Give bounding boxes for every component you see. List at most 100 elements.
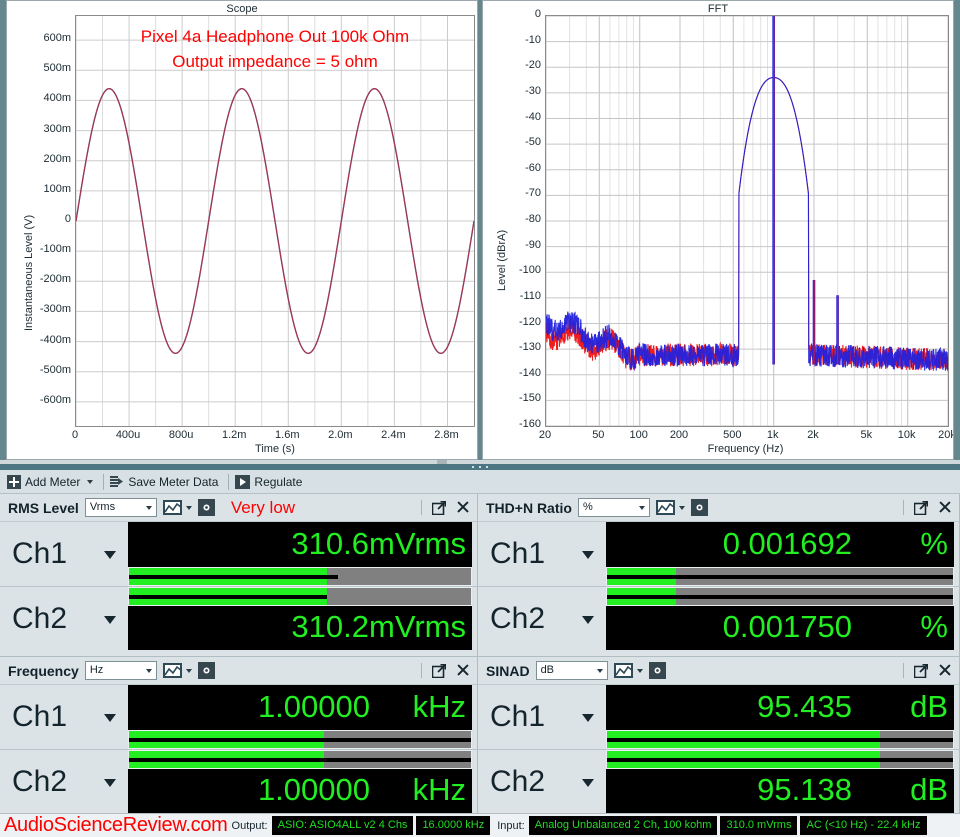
meter-header-actions [421, 500, 471, 515]
panel-splitter[interactable] [0, 460, 960, 470]
chevron-down-icon[interactable] [104, 615, 116, 624]
channel-selector-ch2[interactable]: Ch2 [478, 750, 606, 813]
channel-selector-ch1[interactable]: Ch1 [478, 522, 606, 586]
popout-icon[interactable] [431, 663, 447, 678]
close-icon[interactable] [456, 501, 469, 514]
input-bandwidth-badge[interactable]: AC (<10 Hz) - 22.4 kHz [800, 816, 927, 835]
chevron-down-icon[interactable] [104, 714, 116, 722]
input-range-badge[interactable]: 310.0 mVrms [720, 816, 798, 835]
gear-icon[interactable] [197, 499, 215, 516]
meter-panel-thdn-ratio: THD+N Ratio% Ch1 0.001692% Ch2 0.001750% [478, 494, 960, 657]
scope-panel[interactable]: Scope Instantaneous Level (V) Time (s) P… [6, 0, 478, 460]
meter-panel-frequency: Frequency Hz Ch1 1.00000 kHz Ch2 1.00000 kHz [0, 657, 478, 814]
add-meter-button[interactable]: Add Meter [5, 471, 99, 493]
close-icon[interactable] [938, 501, 951, 514]
gear-icon[interactable] [690, 499, 708, 516]
meter-readout: 0.001750% [606, 587, 959, 650]
channel-label: Ch1 [490, 537, 546, 570]
popout-icon[interactable] [913, 500, 929, 515]
close-icon[interactable] [456, 664, 469, 677]
close-icon[interactable] [938, 664, 951, 677]
divider [903, 500, 904, 515]
output-device-badge[interactable]: ASIO: ASIO4ALL v2 4 Chs [271, 816, 414, 835]
meter-row: Ch1 0.001692% [478, 522, 959, 586]
popout-icon[interactable] [913, 663, 929, 678]
fft-y-tick: 0 [534, 8, 541, 20]
scope-x-axis-label: Time (s) [255, 443, 295, 455]
fft-x-axis-label: Frequency (Hz) [707, 443, 784, 455]
meter-value: 95.138 [757, 771, 852, 807]
channel-selector-ch2[interactable]: Ch2 [0, 587, 128, 650]
chevron-down-icon[interactable] [638, 506, 645, 510]
channel-selector-ch1[interactable]: Ch1 [478, 685, 606, 749]
plus-icon [7, 474, 21, 489]
fft-title: FFT [707, 3, 729, 15]
chevron-down-icon[interactable] [582, 714, 594, 722]
chevron-down-icon[interactable] [104, 778, 116, 787]
scope-x-tick: 2.4m [381, 429, 406, 441]
meter-bar [128, 587, 472, 606]
scope-y-tick: 100m [43, 182, 71, 195]
chevron-down-icon[interactable] [678, 505, 685, 510]
chart-icon[interactable] [655, 500, 675, 515]
meter-value: 0.001750 [722, 608, 852, 644]
channel-label: Ch1 [12, 537, 68, 570]
output-label: Output: [231, 819, 268, 832]
regulate-button[interactable]: Regulate [233, 471, 308, 493]
meter-bar [606, 750, 954, 769]
chevron-down-icon[interactable] [582, 551, 594, 559]
scope-x-tick: 1.6m [275, 429, 300, 441]
chevron-down-icon[interactable] [104, 551, 116, 559]
chevron-down-icon[interactable] [185, 668, 192, 673]
meter-row: Ch1 95.435 dB [478, 685, 959, 749]
channel-selector-ch2[interactable]: Ch2 [478, 587, 606, 650]
channel-label: Ch1 [12, 700, 68, 733]
meter-readout: 95.138 dB [606, 750, 959, 813]
fft-panel[interactable]: FFT Level (dBrA) Frequency (Hz) 0 -10 -20-… [482, 0, 954, 460]
chevron-down-icon[interactable] [582, 778, 594, 787]
chart-icon[interactable] [613, 663, 633, 678]
chart-icon[interactable] [162, 500, 182, 515]
scope-title: Scope [226, 3, 258, 15]
fft-x-tick: 10k [897, 429, 916, 441]
scope-x-tick: 800u [168, 429, 194, 441]
channel-selector-ch1[interactable]: Ch1 [0, 685, 128, 749]
gear-icon[interactable] [648, 662, 666, 679]
save-meter-data-button[interactable]: Save Meter Data [108, 471, 224, 493]
meter-body-sinad: Ch1 95.435 dB Ch2 95.138 dB [478, 685, 959, 813]
chevron-down-icon[interactable] [145, 506, 152, 510]
gear-icon[interactable] [197, 662, 215, 679]
unit-select-rms-level[interactable]: Vrms [84, 498, 157, 517]
popout-icon[interactable] [431, 500, 447, 515]
unit-select-frequency[interactable]: Hz [84, 661, 157, 680]
scope-y-tick: 400m [43, 92, 71, 105]
scope-annotation-line2: Output impedance = 5 ohm [172, 52, 378, 71]
scope-plot[interactable] [75, 15, 475, 427]
input-config-badge[interactable]: Analog Unbalanced 2 Ch, 100 kohm [528, 816, 718, 835]
chevron-down-icon[interactable] [582, 615, 594, 624]
fft-y-tick: -60 [525, 161, 541, 174]
fft-y-tick: -80 [525, 213, 541, 225]
meter-bar [606, 587, 954, 606]
fft-y-tick: -70 [525, 187, 541, 200]
meter-readout: 310.2 mVrms [128, 587, 477, 650]
meter-unit: % [920, 608, 948, 644]
fft-plot[interactable] [545, 15, 949, 427]
meter-bar [606, 730, 954, 749]
meter-value: 1.00000 [257, 771, 370, 807]
chevron-down-icon[interactable] [87, 479, 94, 484]
unit-select-sinad[interactable]: dB [535, 661, 608, 680]
channel-selector-ch1[interactable]: Ch1 [0, 522, 128, 586]
chevron-down-icon[interactable] [185, 505, 192, 510]
unit-select-thdn-ratio[interactable]: % [577, 498, 650, 517]
chart-icon[interactable] [162, 663, 182, 678]
meter-header-actions [903, 663, 953, 678]
meter-value-display: 310.6 mVrms [128, 522, 472, 567]
scope-y-tick: 300m [43, 122, 71, 135]
chevron-down-icon[interactable] [636, 668, 643, 673]
meter-unit: kHz [412, 688, 466, 724]
chevron-down-icon[interactable] [145, 669, 152, 673]
output-rate-badge[interactable]: 16.0000 kHz [416, 816, 491, 835]
channel-selector-ch2[interactable]: Ch2 [0, 750, 128, 813]
chevron-down-icon[interactable] [596, 669, 603, 673]
